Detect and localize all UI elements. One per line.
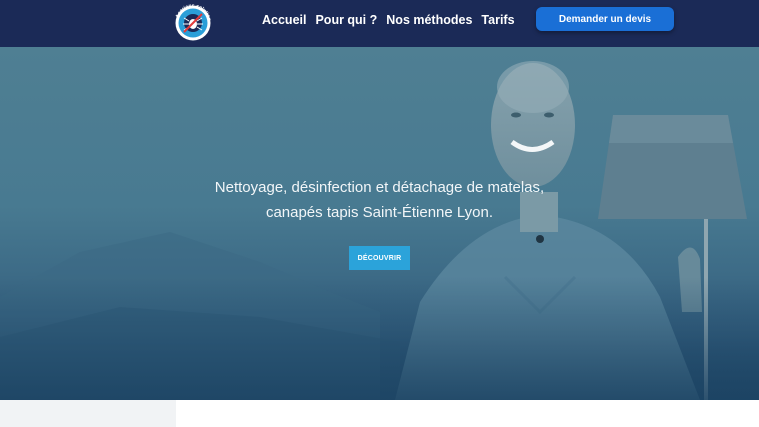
discover-button[interactable]: DÉCOUVRIR (349, 246, 410, 270)
nav-item-pour-qui[interactable]: Pour qui ? (315, 13, 377, 27)
content-left-panel (0, 400, 176, 427)
logo[interactable]: Acariens solution (172, 0, 214, 44)
nav-item-accueil[interactable]: Accueil (262, 13, 306, 27)
hero-headline: Nettoyage, désinfection et détachage de … (0, 175, 759, 225)
hero-section: Nettoyage, désinfection et détachage de … (0, 47, 759, 400)
content-section (0, 400, 759, 427)
nav-item-tarifs[interactable]: Tarifs (481, 13, 514, 27)
site-header: Acariens solution Accueil Pour qui ? Nos… (0, 0, 759, 47)
hero-headline-line2: canapés tapis Saint-Étienne Lyon. (265, 204, 494, 221)
request-quote-button[interactable]: Demander un devis (536, 7, 674, 31)
hero-headline-line1: Nettoyage, désinfection et détachage de … (214, 179, 545, 196)
nav-item-nos-methodes[interactable]: Nos méthodes (386, 13, 472, 27)
main-nav: Accueil Pour qui ? Nos méthodes Tarifs (262, 12, 515, 28)
